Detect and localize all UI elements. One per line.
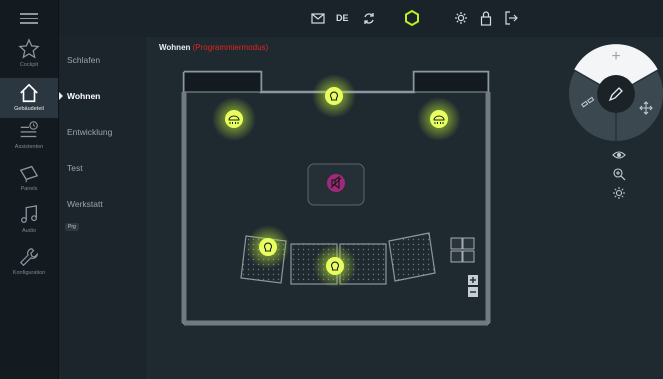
- connection-status-icon[interactable]: [404, 9, 420, 27]
- dial-add-button[interactable]: +: [611, 48, 620, 65]
- rail-label: Assistenten: [14, 144, 44, 150]
- brightness-icon[interactable]: [612, 186, 626, 200]
- floorplan-canvas: +: [181, 44, 663, 326]
- zoom-in-icon[interactable]: [612, 167, 626, 181]
- active-room-marker: [59, 92, 63, 100]
- star-icon: [18, 38, 40, 59]
- action-dial[interactable]: +: [569, 44, 663, 141]
- light-panel-center[interactable]: [313, 244, 357, 288]
- hamburger-menu-icon[interactable]: [20, 10, 38, 28]
- eye-icon[interactable]: [612, 148, 626, 162]
- rail-label: Audio: [21, 228, 37, 234]
- room-item-schlafen[interactable]: Schlafen: [67, 55, 100, 65]
- speaker-device[interactable]: [307, 163, 365, 206]
- room-list: Schlafen Wohnen Entwicklung Test Werksta…: [59, 37, 145, 379]
- rail-item-audio[interactable]: Audio: [0, 204, 58, 242]
- panels-icon: [19, 165, 39, 183]
- app-window: Cockpit Gebäudeteil Assistenten Panels A…: [0, 0, 663, 379]
- lock-icon[interactable]: [479, 9, 493, 27]
- panel-controls[interactable]: [450, 237, 475, 263]
- rail-item-cockpit[interactable]: Cockpit: [0, 38, 58, 78]
- rail-item-assistenten[interactable]: Assistenten: [0, 120, 58, 158]
- logout-icon[interactable]: [504, 9, 518, 27]
- music-note-icon: [21, 205, 37, 223]
- rail-label: Gebäudeteil: [14, 106, 44, 112]
- rail-label: Panels: [20, 186, 38, 192]
- floorplan-view: Wohnen (Programmiermodus) +: [146, 37, 663, 379]
- wrench-icon: [19, 248, 39, 267]
- program-badge[interactable]: Prg: [65, 223, 79, 231]
- main-navigation-rail: Cockpit Gebäudeteil Assistenten Panels A…: [0, 0, 59, 379]
- room-item-werkstatt[interactable]: Werkstatt: [67, 199, 103, 209]
- language-selector[interactable]: DE: [336, 9, 349, 27]
- rail-item-panels[interactable]: Panels: [0, 162, 58, 200]
- light-panel-left[interactable]: [246, 225, 290, 269]
- room-item-test[interactable]: Test: [67, 163, 83, 173]
- room-item-entwicklung[interactable]: Entwicklung: [67, 127, 112, 137]
- light-top-left[interactable]: [212, 97, 256, 141]
- sun-icon[interactable]: [454, 9, 468, 27]
- sync-icon[interactable]: [362, 9, 376, 27]
- home-icon: [20, 83, 38, 103]
- light-top-right[interactable]: [417, 97, 461, 141]
- room-item-wohnen[interactable]: Wohnen: [67, 91, 100, 101]
- rail-label: Konfiguration: [12, 270, 46, 276]
- mail-icon[interactable]: [311, 9, 325, 27]
- light-top-center[interactable]: [312, 74, 356, 118]
- top-bar: DE: [59, 0, 663, 37]
- rail-label: Cockpit: [19, 62, 39, 68]
- zoom-controls[interactable]: [468, 275, 478, 297]
- assistant-clock-icon: [20, 121, 38, 138]
- rail-item-konfiguration[interactable]: Konfiguration: [0, 246, 58, 286]
- rail-item-gebaeudeteil[interactable]: Gebäudeteil: [0, 78, 58, 118]
